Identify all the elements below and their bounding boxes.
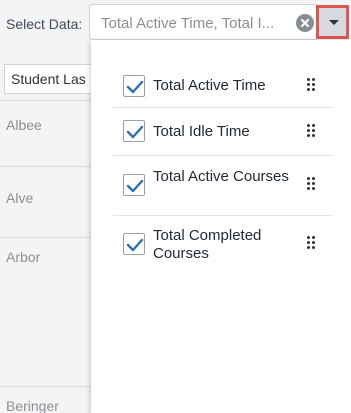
- item-label: Total Active Courses: [153, 168, 289, 185]
- dropdown-item-total-idle-time[interactable]: Total Idle Time: [113, 108, 333, 156]
- row-divider: [0, 237, 95, 238]
- checkmark-icon: [126, 238, 144, 252]
- data-select-input[interactable]: Total Active Time, Total I...: [89, 4, 317, 40]
- select-value-text: Total Active Time, Total I...: [101, 15, 275, 32]
- student-name-cell: Alve: [6, 190, 34, 206]
- checkbox-total-active-courses[interactable]: [123, 174, 145, 196]
- student-last-name-header[interactable]: Student Las: [4, 64, 104, 94]
- checkbox-total-active-time[interactable]: [123, 75, 145, 97]
- student-name-cell: Arbor: [6, 249, 41, 265]
- data-options-dropdown: Total Active Time Total Idle Time Total …: [91, 40, 351, 413]
- clear-icon[interactable]: [296, 14, 314, 32]
- drag-handle-icon[interactable]: [307, 78, 317, 92]
- item-label: Total Completed Courses: [153, 227, 262, 262]
- student-name-cell: Beringer: [6, 398, 59, 413]
- dropdown-item-total-completed-courses[interactable]: Total Completed Courses: [113, 216, 333, 274]
- dropdown-item-total-active-time[interactable]: Total Active Time: [113, 66, 333, 108]
- checkmark-icon: [126, 125, 144, 139]
- chevron-down-icon: [329, 20, 339, 25]
- drag-handle-icon[interactable]: [307, 124, 317, 138]
- checkmark-icon: [126, 179, 144, 193]
- drag-handle-icon[interactable]: [307, 177, 317, 191]
- row-divider: [0, 386, 95, 387]
- row-divider: [0, 166, 95, 167]
- checkbox-total-completed-courses[interactable]: [123, 233, 145, 255]
- app-root: Select Data: Total Active Time, Total I.…: [0, 0, 351, 413]
- dropdown-toggle-button[interactable]: [316, 5, 349, 39]
- row-divider: [0, 100, 95, 101]
- dropdown-item-total-active-courses[interactable]: Total Active Courses: [113, 156, 333, 216]
- item-label: Total Active Time: [153, 77, 266, 94]
- checkmark-icon: [126, 80, 144, 94]
- student-name-cell: Albee: [6, 117, 42, 133]
- checkbox-total-idle-time[interactable]: [123, 120, 145, 142]
- item-label: Total Idle Time: [153, 123, 250, 140]
- drag-handle-icon[interactable]: [307, 236, 317, 250]
- select-data-label: Select Data:: [6, 16, 83, 32]
